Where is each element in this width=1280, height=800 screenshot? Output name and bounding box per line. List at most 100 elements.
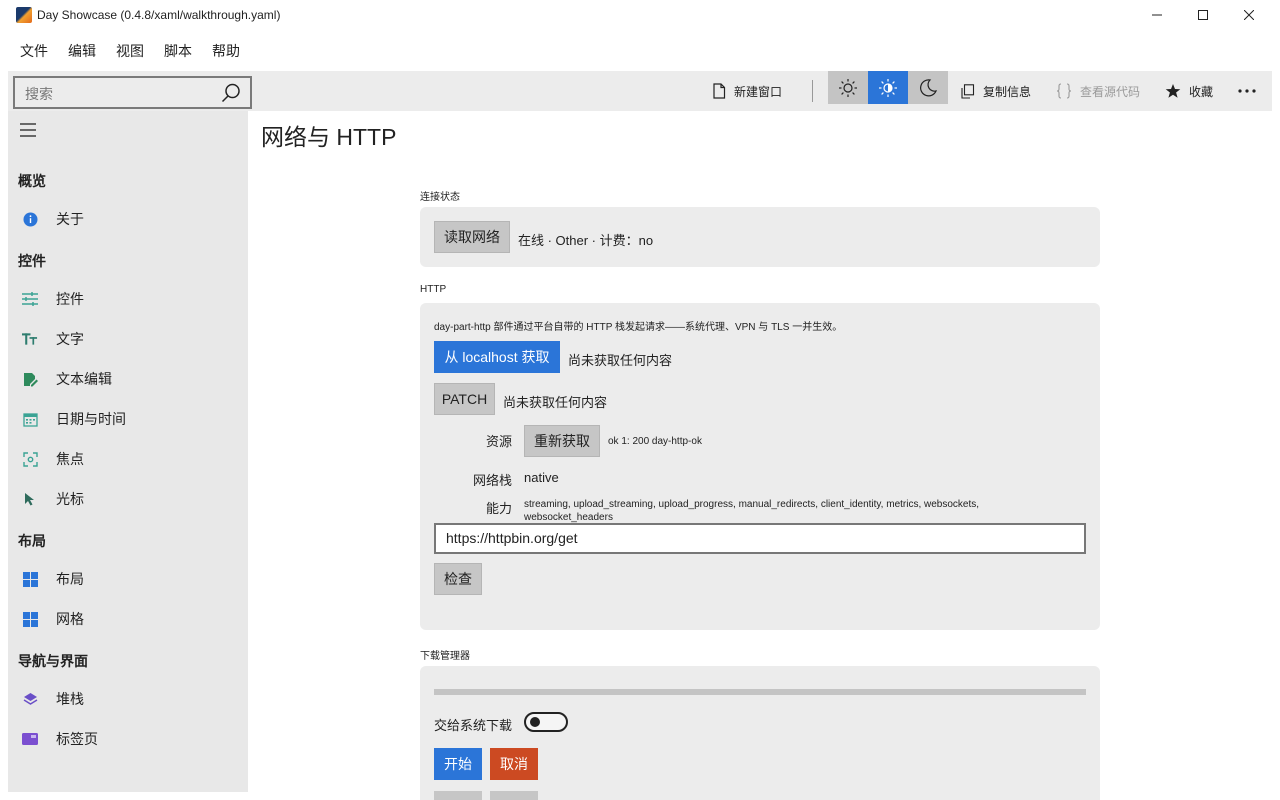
- sidebar-item-focus[interactable]: 焦点: [8, 439, 248, 479]
- sidebar-item-label: 日期与时间: [56, 411, 126, 427]
- sidebar-item-label: 标签页: [56, 731, 98, 747]
- sidebar-item-grid[interactable]: 网格: [8, 599, 248, 639]
- inspect-button[interactable]: 检查: [434, 563, 482, 595]
- theme-light-button[interactable]: [828, 71, 868, 104]
- edit-icon: [22, 371, 38, 387]
- start-download-button[interactable]: 开始: [434, 748, 482, 780]
- sidebar-item-stack[interactable]: 堆栈: [8, 679, 248, 719]
- sidebar: 概览 关于 控件 控件 文字 文本编辑 日期与时间 焦点 光标 布局 布局 网格…: [8, 111, 248, 792]
- sidebar-item-label: 光标: [56, 491, 84, 507]
- partial-button[interactable]: [490, 791, 538, 800]
- close-icon: [1244, 10, 1254, 20]
- grid-icon: [22, 611, 38, 627]
- patch-button[interactable]: PATCH: [434, 383, 495, 415]
- refetch-button[interactable]: 重新获取: [524, 425, 600, 457]
- capabilities-value-line2: websocket_headers: [524, 512, 613, 523]
- favorite-button[interactable]: 收藏: [1165, 71, 1213, 111]
- copy-icon: [961, 83, 975, 99]
- sidebar-section-overview: 概览: [18, 173, 46, 189]
- fetch-status-text: 尚未获取任何内容: [568, 353, 673, 368]
- new-window-label: 新建窗口: [734, 84, 783, 99]
- sidebar-item-label: 文本编辑: [56, 371, 112, 387]
- new-window-button[interactable]: 新建窗口: [712, 71, 782, 111]
- partial-button[interactable]: [434, 791, 482, 800]
- system-download-toggle[interactable]: [524, 712, 568, 732]
- sidebar-item-label: 控件: [56, 291, 84, 307]
- minimize-button[interactable]: [1134, 0, 1180, 30]
- moon-icon: [920, 78, 938, 96]
- theme-auto-button[interactable]: [868, 71, 908, 104]
- patch-status-text: 尚未获取任何内容: [503, 395, 608, 410]
- hamburger-menu-icon[interactable]: [20, 123, 36, 137]
- page-title: 网络与 HTTP: [261, 124, 397, 150]
- sidebar-item-tabs[interactable]: 标签页: [8, 719, 248, 759]
- copy-info-button[interactable]: 复制信息: [960, 71, 1031, 111]
- cursor-icon: [22, 491, 38, 507]
- sidebar-item-layout[interactable]: 布局: [8, 559, 248, 599]
- network-stack-value: native: [524, 470, 559, 485]
- system-download-label: 交给系统下载: [434, 718, 513, 733]
- sidebar-item-controls[interactable]: 控件: [8, 279, 248, 319]
- sidebar-item-label: 焦点: [56, 451, 84, 467]
- menu-bar: 文件 编辑 视图 脚本 帮助: [0, 36, 250, 66]
- menu-edit[interactable]: 编辑: [58, 36, 106, 66]
- cancel-download-button[interactable]: 取消: [490, 748, 538, 780]
- sidebar-item-label: 布局: [56, 571, 84, 587]
- sidebar-item-datetime[interactable]: 日期与时间: [8, 399, 248, 439]
- http-description: day-part-http 部件通过平台自带的 HTTP 栈发起请求——系统代理…: [434, 322, 843, 333]
- minimize-icon: [1152, 14, 1162, 16]
- more-icon: [1238, 89, 1256, 93]
- sliders-icon: [22, 291, 38, 307]
- connection-section-label: 连接状态: [420, 192, 460, 203]
- window-title: Day Showcase (0.4.8/xaml/walkthrough.yam…: [37, 8, 281, 22]
- text-icon: [22, 331, 38, 347]
- read-network-button[interactable]: 读取网络: [434, 221, 510, 253]
- close-button[interactable]: [1226, 0, 1272, 30]
- sidebar-section-navigation: 导航与界面: [18, 653, 88, 669]
- calendar-icon: [22, 411, 38, 427]
- document-icon: [713, 83, 726, 99]
- stack-icon: [22, 691, 38, 707]
- sidebar-item-cursor[interactable]: 光标: [8, 479, 248, 519]
- star-icon: [1165, 84, 1181, 98]
- theme-dark-button[interactable]: [908, 71, 948, 104]
- sidebar-item-label: 关于: [56, 211, 84, 227]
- view-source-button[interactable]: 查看源代码: [1056, 71, 1140, 111]
- url-input[interactable]: https://httpbin.org/get: [434, 523, 1086, 554]
- sidebar-item-about[interactable]: 关于: [8, 199, 248, 239]
- copy-info-label: 复制信息: [983, 84, 1032, 99]
- maximize-button[interactable]: [1180, 0, 1226, 30]
- title-bar: Day Showcase (0.4.8/xaml/walkthrough.yam…: [0, 0, 1280, 30]
- downloads-section-label: 下载管理器: [420, 651, 470, 662]
- toggle-knob: [530, 717, 540, 727]
- resource-value: ok 1: 200 day-http-ok: [608, 436, 702, 447]
- capabilities-value-line1: streaming, upload_streaming, upload_prog…: [524, 499, 980, 510]
- menu-file[interactable]: 文件: [10, 36, 58, 66]
- capabilities-label: 能力: [486, 501, 513, 516]
- sidebar-item-text[interactable]: 文字: [8, 319, 248, 359]
- favorite-label: 收藏: [1189, 84, 1214, 99]
- info-icon: [22, 211, 38, 227]
- more-options-button[interactable]: [1238, 71, 1264, 111]
- sidebar-item-label: 堆栈: [56, 691, 84, 707]
- sidebar-item-text-edit[interactable]: 文本编辑: [8, 359, 248, 399]
- fetch-localhost-button[interactable]: 从 localhost 获取: [434, 341, 560, 373]
- menu-help[interactable]: 帮助: [202, 36, 250, 66]
- code-braces-icon: [1056, 83, 1072, 99]
- sidebar-item-label: 网格: [56, 611, 84, 627]
- download-progress-bar: [434, 689, 1086, 695]
- sidebar-item-label: 文字: [56, 331, 84, 347]
- http-section-label: HTTP: [420, 284, 447, 295]
- toolbar-divider: [812, 80, 813, 102]
- app-logo-icon: [16, 7, 32, 23]
- layout-icon: [22, 571, 38, 587]
- maximize-icon: [1198, 10, 1208, 20]
- search-icon[interactable]: [221, 83, 241, 103]
- search-input[interactable]: 搜索: [13, 76, 252, 109]
- menu-script[interactable]: 脚本: [154, 36, 202, 66]
- sidebar-section-layout: 布局: [18, 533, 46, 549]
- sidebar-section-controls: 控件: [18, 253, 46, 269]
- brightness-icon: [879, 78, 897, 97]
- resource-label: 资源: [486, 434, 513, 449]
- menu-view[interactable]: 视图: [106, 36, 154, 66]
